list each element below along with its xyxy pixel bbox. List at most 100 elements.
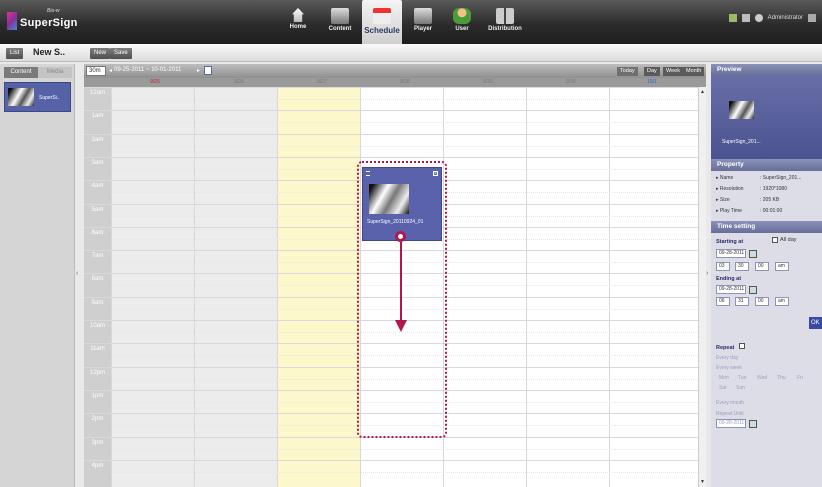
allday-checkbox[interactable] — [772, 237, 778, 243]
today-button[interactable]: Today — [617, 67, 638, 76]
ok-button[interactable]: OK — [809, 317, 822, 329]
day-label[interactable]: 9/30 — [566, 78, 576, 87]
distribution-icon — [496, 8, 514, 24]
preview-area: SuperSign_201... — [711, 76, 822, 159]
content-icon — [331, 8, 349, 24]
end-minute-select[interactable]: 31 — [735, 297, 749, 306]
starting-label: Starting at — [716, 239, 744, 245]
tab-media[interactable]: Media — [38, 67, 72, 78]
every-week-option[interactable]: Every week — [716, 365, 742, 371]
until-calendar-icon[interactable] — [749, 420, 757, 428]
day-column[interactable] — [111, 87, 194, 487]
end-second-select[interactable]: 00 — [755, 297, 769, 306]
supersign-logo: SuperSign Bio-w — [7, 8, 78, 32]
end-date-input[interactable]: 09-28-2011 — [716, 285, 746, 294]
new-button[interactable]: New — [90, 48, 111, 59]
nav-content[interactable]: Content — [320, 0, 360, 44]
weekday-fri[interactable]: Fri — [797, 375, 803, 381]
next-week-icon[interactable]: ▸ — [197, 67, 200, 74]
lock-icon[interactable] — [741, 14, 750, 22]
start-hour-select[interactable]: 03 — [716, 262, 730, 271]
hour-line — [84, 460, 698, 461]
collapse-left-icon[interactable]: ‹ — [76, 270, 78, 277]
weekday-sun[interactable]: Sun — [736, 385, 745, 391]
vertical-scrollbar[interactable]: ▲ ▼ — [698, 87, 706, 487]
nav-home[interactable]: Home — [278, 0, 318, 44]
start-second-select[interactable]: 00 — [755, 262, 769, 271]
day-column-today[interactable] — [277, 87, 360, 487]
weekday-thu[interactable]: Thu — [777, 375, 786, 381]
allday-label: All day — [780, 237, 797, 243]
weekday-tue[interactable]: Tue — [738, 375, 746, 381]
prev-week-icon[interactable]: ◂ — [109, 67, 112, 74]
schedule-icon — [373, 8, 391, 24]
time-label: 5am — [91, 207, 104, 213]
day-column[interactable] — [194, 87, 277, 487]
weekday-mon[interactable]: Mon — [719, 375, 729, 381]
list-button[interactable]: List — [6, 48, 24, 59]
week-view-button[interactable]: Week — [663, 67, 683, 76]
save-button[interactable]: Save — [110, 48, 132, 59]
start-ampm-select[interactable]: am — [775, 262, 789, 271]
time-label: 9am — [91, 300, 104, 306]
day-label[interactable]: 9/25 — [150, 78, 160, 87]
collapse-right-icon[interactable]: › — [706, 270, 708, 277]
gear-icon[interactable] — [754, 14, 763, 22]
property-row: ▸ Name: SuperSign_201... — [716, 175, 802, 181]
scroll-down-icon[interactable]: ▼ — [700, 479, 705, 485]
day-label[interactable]: 9/26 — [234, 78, 244, 87]
day-column[interactable] — [526, 87, 609, 487]
start-calendar-icon[interactable] — [749, 250, 757, 258]
nav-schedule[interactable]: Schedule — [362, 0, 402, 44]
day-label[interactable]: 9/28 — [400, 78, 410, 87]
end-calendar-icon[interactable] — [749, 286, 757, 294]
repeat-until-input[interactable]: 09-28-2011 — [716, 419, 746, 428]
start-date-input[interactable]: 09-28-2011 — [716, 249, 746, 258]
player-icon — [414, 8, 432, 24]
month-view-button[interactable]: Month — [683, 67, 705, 76]
interval-select[interactable]: 30m — [86, 66, 106, 76]
nav-distribution[interactable]: Distribution — [484, 0, 526, 44]
repeat-checkbox[interactable] — [739, 343, 745, 349]
scroll-up-icon[interactable]: ▲ — [700, 89, 705, 95]
time-label: 3pm — [91, 440, 104, 446]
day-column[interactable] — [609, 87, 698, 487]
time-label: 12pm — [89, 370, 105, 376]
home-icon — [292, 8, 304, 22]
day-label[interactable]: 9/29 — [483, 78, 493, 87]
monitor-icon[interactable] — [728, 14, 737, 22]
end-ampm-select[interactable]: am — [775, 297, 789, 306]
end-hour-select[interactable]: 06 — [716, 297, 730, 306]
time-label: 12am — [89, 90, 105, 96]
weekday-wed[interactable]: Wed — [757, 375, 767, 381]
time-label: 6am — [91, 230, 104, 236]
user-icon — [453, 8, 471, 24]
day-column[interactable] — [443, 87, 526, 487]
resize-handle[interactable] — [395, 231, 406, 242]
tab-content[interactable]: Content — [4, 67, 38, 78]
every-month-option[interactable]: Every month — [716, 400, 744, 406]
calendar-icon[interactable] — [204, 66, 212, 75]
date-range: 09-25-2011 ~ 10-01-2011 — [114, 67, 182, 73]
weekday-sat[interactable]: Sat — [719, 385, 727, 391]
day-label[interactable]: 10/1 — [647, 78, 657, 87]
content-item[interactable]: SuperSi.. — [4, 82, 71, 112]
property-panel: Preview SuperSign_201... Property ▸ Name… — [711, 64, 822, 487]
half-hour-line — [111, 122, 698, 123]
property-header: Property — [711, 159, 822, 171]
logout-icon[interactable] — [808, 14, 816, 22]
hour-line — [84, 110, 698, 111]
day-view-button[interactable]: Day — [644, 67, 660, 76]
hour-line — [84, 134, 698, 135]
day-label[interactable]: 9/27 — [317, 78, 327, 87]
time-setting-header: Time setting — [711, 221, 822, 233]
nav-user[interactable]: User — [442, 0, 482, 44]
every-day-option[interactable]: Every day — [716, 355, 738, 361]
start-minute-select[interactable]: 30 — [735, 262, 749, 271]
preview-name: SuperSign_201... — [722, 139, 761, 145]
preview-header: Preview — [711, 64, 822, 76]
nav-player[interactable]: Player — [403, 0, 443, 44]
preview-thumbnail — [729, 101, 754, 119]
hour-line — [84, 157, 698, 158]
repeat-until-label: Repeat Until — [716, 411, 744, 417]
